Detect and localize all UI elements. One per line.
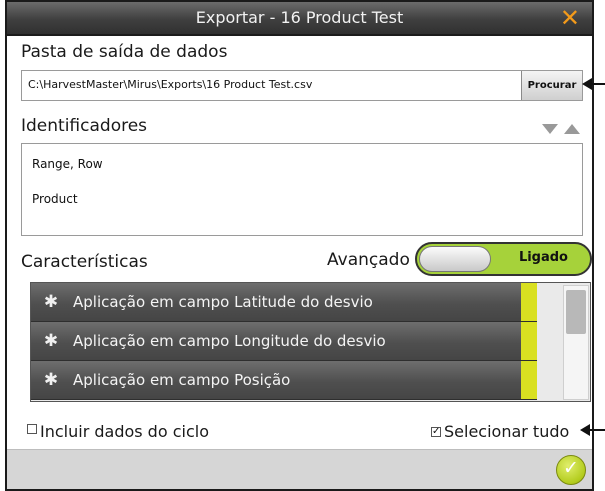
close-icon[interactable]: ✕ [560, 3, 580, 33]
toggle-state-label: Ligado [518, 250, 568, 265]
dialog-footer: ✓ [7, 449, 592, 489]
characteristics-label: Características [21, 252, 148, 272]
output-path-field[interactable]: C:\HarvestMaster\Mirus\Exports\16 Produc… [21, 70, 583, 101]
select-all-option[interactable]: ✓ Selecionar tudo [431, 422, 569, 441]
check-icon: ✓ [563, 457, 579, 479]
list-item[interactable]: ✱ Aplicação em campo Posição [31, 361, 537, 400]
advanced-toggle[interactable]: Ligado [415, 242, 592, 276]
callout-arrow-icon [582, 78, 605, 90]
callout-arrow-icon [580, 424, 605, 436]
output-folder-label: Pasta de saída de dados [21, 42, 228, 62]
select-all-label: Selecionar tudo [444, 422, 570, 441]
identifier-sort-controls [542, 122, 582, 136]
satellite-icon: ✱ [43, 331, 59, 351]
scroll-thumb[interactable] [566, 290, 586, 334]
output-path-value: C:\HarvestMaster\Mirus\Exports\16 Produc… [28, 78, 313, 91]
window-title: Exportar - 16 Product Test [195, 8, 404, 27]
confirm-button[interactable]: ✓ [556, 455, 586, 485]
identifier-item[interactable]: Product [32, 192, 78, 206]
selection-indicator [521, 361, 537, 399]
satellite-icon: ✱ [43, 292, 59, 312]
identifier-item[interactable]: Range, Row [32, 157, 103, 171]
browse-button[interactable]: Procurar [521, 71, 582, 100]
move-down-icon[interactable] [542, 124, 558, 134]
characteristics-list: ✱ Aplicação em campo Latitude do desvio … [30, 282, 591, 402]
toggle-knob[interactable] [419, 246, 491, 272]
identifiers-label: Identificadores [21, 116, 148, 136]
selection-indicator [521, 322, 537, 360]
identifiers-list: Range, Row Product [21, 143, 583, 236]
include-cycle-checkbox[interactable] [27, 424, 37, 434]
list-item-label: Aplicação em campo Posição [73, 371, 291, 389]
include-cycle-label: Incluir dados do ciclo [40, 422, 209, 441]
list-item-label: Aplicação em campo Longitude do desvio [73, 332, 386, 350]
move-up-icon[interactable] [564, 124, 580, 134]
include-cycle-option[interactable]: Incluir dados do ciclo [27, 422, 209, 441]
selection-indicator [521, 283, 537, 321]
title-bar: Exportar - 16 Product Test ✕ [7, 2, 592, 36]
list-item[interactable]: ✱ Aplicação em campo Longitude do desvio [31, 322, 537, 361]
satellite-icon: ✱ [43, 370, 59, 390]
advanced-label: Avançado [327, 250, 410, 270]
list-scrollbar[interactable] [563, 285, 589, 400]
export-dialog: Exportar - 16 Product Test ✕ Pasta de sa… [5, 0, 594, 491]
list-item-label: Aplicação em campo Latitude do desvio [73, 293, 373, 311]
select-all-checkbox[interactable]: ✓ [431, 427, 441, 437]
list-item[interactable]: ✱ Aplicação em campo Latitude do desvio [31, 283, 537, 322]
